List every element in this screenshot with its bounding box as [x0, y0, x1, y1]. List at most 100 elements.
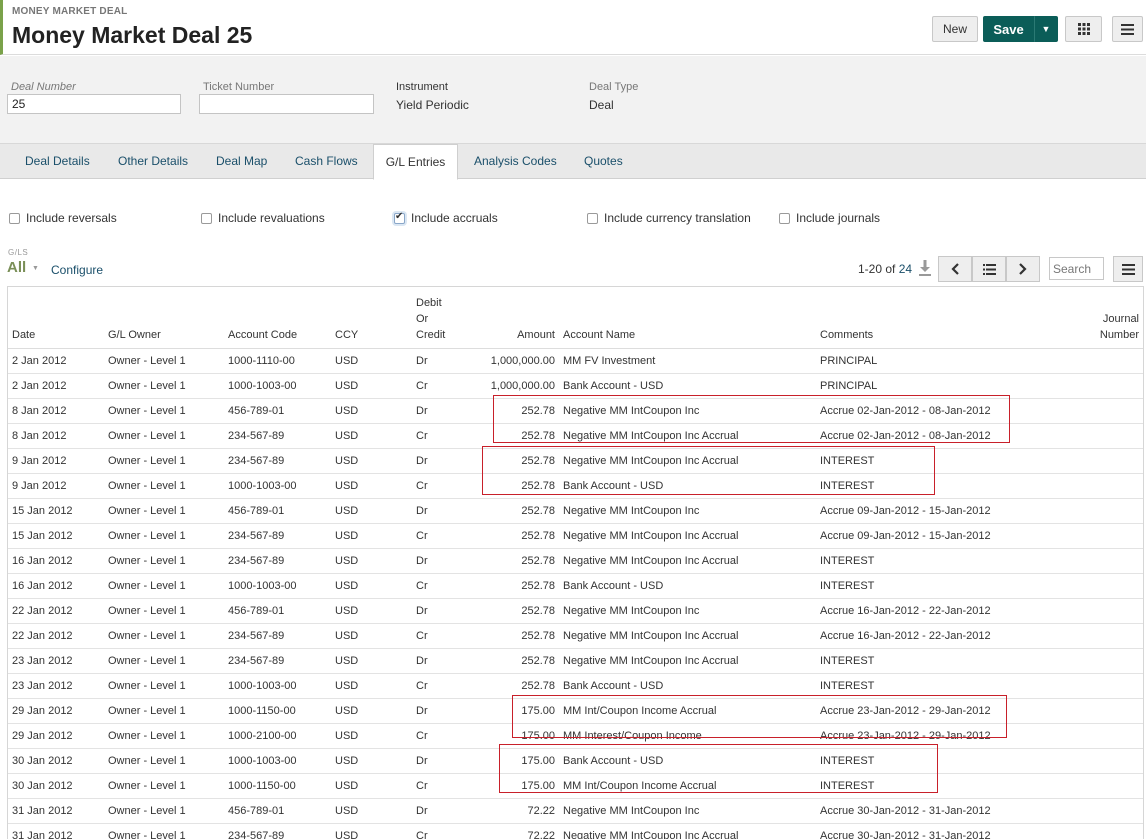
- next-page-button[interactable]: [1006, 256, 1040, 282]
- gls-selector[interactable]: All: [7, 259, 26, 276]
- table-menu-button[interactable]: [1113, 256, 1143, 282]
- table-row[interactable]: 16 Jan 2012 Owner - Level 1 234-567-89 USD D…: [8, 548, 1143, 574]
- table-header-row: Date G/L Owner Account Code CCY Debit Or…: [8, 287, 1143, 349]
- cell-ccy: USD: [331, 748, 412, 774]
- include-currency-translation-checkbox[interactable]: [587, 212, 598, 224]
- cell-comments: PRINCIPAL: [816, 348, 1016, 374]
- cell-amount: 175.00: [462, 723, 559, 749]
- caret-down-icon[interactable]: ▼: [32, 265, 39, 272]
- table-row[interactable]: 22 Jan 2012 Owner - Level 1 234-567-89 USD C…: [8, 623, 1143, 649]
- include-revaluations-checkbox[interactable]: [201, 212, 212, 224]
- table-row[interactable]: 8 Jan 2012 Owner - Level 1 456-789-01 USD Dr…: [8, 398, 1143, 424]
- cell-account-name: Bank Account - USD: [559, 573, 816, 599]
- deal-number-input[interactable]: [7, 94, 181, 114]
- cell-gl-owner: Owner - Level 1: [104, 723, 224, 749]
- cell-account-code: 234-567-89: [224, 548, 331, 574]
- header-amount[interactable]: Amount: [462, 287, 559, 349]
- tab-other-details[interactable]: Other Details: [118, 144, 188, 179]
- table-row[interactable]: 30 Jan 2012 Owner - Level 1 1000-1003-00 US…: [8, 748, 1143, 774]
- filter-include-journals[interactable]: Include journals: [779, 211, 880, 225]
- include-accruals-checkbox[interactable]: [394, 211, 405, 224]
- table-row[interactable]: 16 Jan 2012 Owner - Level 1 1000-1003-00 US…: [8, 573, 1143, 599]
- save-button[interactable]: Save: [983, 16, 1034, 42]
- grid-view-button[interactable]: [1065, 16, 1102, 42]
- include-accruals-label: Include accruals: [411, 211, 498, 225]
- tab-cash-flows[interactable]: Cash Flows: [295, 144, 358, 179]
- filter-include-currency-translation[interactable]: Include currency translation: [587, 211, 751, 225]
- new-button[interactable]: New: [932, 16, 978, 42]
- cell-journal-number: [1016, 398, 1143, 424]
- header-account-code[interactable]: Account Code: [224, 287, 331, 349]
- previous-page-button[interactable]: [938, 256, 972, 282]
- cell-debit-or-credit: Cr: [412, 773, 462, 799]
- filter-include-accruals[interactable]: Include accruals: [394, 211, 498, 225]
- cell-debit-or-credit: Cr: [412, 623, 462, 649]
- tab-gl-entries[interactable]: G/L Entries: [373, 144, 458, 180]
- cell-journal-number: [1016, 798, 1143, 824]
- cell-date: 23 Jan 2012: [8, 648, 104, 674]
- cell-comments: Accrue 09-Jan-2012 - 15-Jan-2012: [816, 498, 1016, 524]
- cell-account-name: MM Interest/Coupon Income: [559, 723, 816, 749]
- filter-include-reversals[interactable]: Include reversals: [9, 211, 117, 225]
- header-gl-owner[interactable]: G/L Owner: [104, 287, 224, 349]
- cell-amount: 72.22: [462, 798, 559, 824]
- cell-date: 15 Jan 2012: [8, 523, 104, 549]
- cell-gl-owner: Owner - Level 1: [104, 823, 224, 839]
- save-options-button[interactable]: ▼: [1034, 16, 1058, 42]
- header-ccy[interactable]: CCY: [331, 287, 412, 349]
- tab-analysis-codes[interactable]: Analysis Codes: [474, 144, 557, 179]
- cell-ccy: USD: [331, 373, 412, 399]
- tab-deal-map[interactable]: Deal Map: [216, 144, 267, 179]
- include-reversals-checkbox[interactable]: [9, 212, 20, 224]
- table-row[interactable]: 2 Jan 2012 Owner - Level 1 1000-1003-00 USD…: [8, 373, 1143, 399]
- ticket-number-input[interactable]: [199, 94, 374, 114]
- list-view-button[interactable]: [972, 256, 1006, 282]
- include-journals-checkbox[interactable]: [779, 212, 790, 224]
- table-row[interactable]: 9 Jan 2012 Owner - Level 1 234-567-89 USD Dr…: [8, 448, 1143, 474]
- cell-debit-or-credit: Dr: [412, 398, 462, 424]
- table-row[interactable]: 15 Jan 2012 Owner - Level 1 234-567-89 USD C…: [8, 523, 1143, 549]
- table-row[interactable]: 22 Jan 2012 Owner - Level 1 456-789-01 USD D…: [8, 598, 1143, 624]
- table-row[interactable]: 23 Jan 2012 Owner - Level 1 234-567-89 USD D…: [8, 648, 1143, 674]
- deal-info-panel: Deal Number Ticket Number Instrument Yie…: [0, 56, 1146, 143]
- download-icon[interactable]: [918, 259, 932, 277]
- table-row[interactable]: 29 Jan 2012 Owner - Level 1 1000-1150-00 US…: [8, 698, 1143, 724]
- filter-include-revaluations[interactable]: Include revaluations: [201, 211, 325, 225]
- cell-ccy: USD: [331, 623, 412, 649]
- include-currency-translation-label: Include currency translation: [604, 211, 751, 225]
- cell-account-code: 1000-1003-00: [224, 748, 331, 774]
- configure-link[interactable]: Configure: [51, 263, 103, 277]
- tab-quotes[interactable]: Quotes: [584, 144, 623, 179]
- cell-account-name: Negative MM IntCoupon Inc Accrual: [559, 523, 816, 549]
- include-reversals-label: Include reversals: [26, 211, 117, 225]
- cell-account-name: Negative MM IntCoupon Inc: [559, 598, 816, 624]
- header-account-name[interactable]: Account Name: [559, 287, 816, 349]
- cell-account-name: Negative MM IntCoupon Inc Accrual: [559, 623, 816, 649]
- header-journal-number[interactable]: Journal Number: [1016, 287, 1143, 349]
- header-date[interactable]: Date: [8, 287, 104, 349]
- page-menu-button[interactable]: [1112, 16, 1143, 42]
- cell-comments: PRINCIPAL: [816, 373, 1016, 399]
- table-row[interactable]: 2 Jan 2012 Owner - Level 1 1000-1110-00 USD…: [8, 348, 1143, 374]
- search-input[interactable]: [1049, 257, 1104, 280]
- table-row[interactable]: 23 Jan 2012 Owner - Level 1 1000-1003-00 US…: [8, 673, 1143, 699]
- cell-date: 31 Jan 2012: [8, 823, 104, 839]
- table-row[interactable]: 8 Jan 2012 Owner - Level 1 234-567-89 USD Cr…: [8, 423, 1143, 449]
- table-row[interactable]: 9 Jan 2012 Owner - Level 1 1000-1003-00 USD…: [8, 473, 1143, 499]
- table-row[interactable]: 30 Jan 2012 Owner - Level 1 1000-1150-00 US…: [8, 773, 1143, 799]
- header-comments[interactable]: Comments: [816, 287, 1016, 349]
- cell-journal-number: [1016, 648, 1143, 674]
- table-row[interactable]: 15 Jan 2012 Owner - Level 1 456-789-01 USD D…: [8, 498, 1143, 524]
- hamburger-menu-icon: [1121, 263, 1135, 275]
- header-debit-or-credit[interactable]: Debit Or Credit: [412, 287, 462, 349]
- pager-total[interactable]: 24: [899, 262, 912, 276]
- cell-account-code: 456-789-01: [224, 398, 331, 424]
- table-row[interactable]: 29 Jan 2012 Owner - Level 1 1000-2100-00 US…: [8, 723, 1143, 749]
- table-row[interactable]: 31 Jan 2012 Owner - Level 1 234-567-89 USD C…: [8, 823, 1143, 839]
- list-icon: [982, 263, 996, 275]
- include-revaluations-label: Include revaluations: [218, 211, 325, 225]
- cell-debit-or-credit: Dr: [412, 698, 462, 724]
- tab-deal-details[interactable]: Deal Details: [25, 144, 90, 179]
- cell-ccy: USD: [331, 398, 412, 424]
- table-row[interactable]: 31 Jan 2012 Owner - Level 1 456-789-01 USD D…: [8, 798, 1143, 824]
